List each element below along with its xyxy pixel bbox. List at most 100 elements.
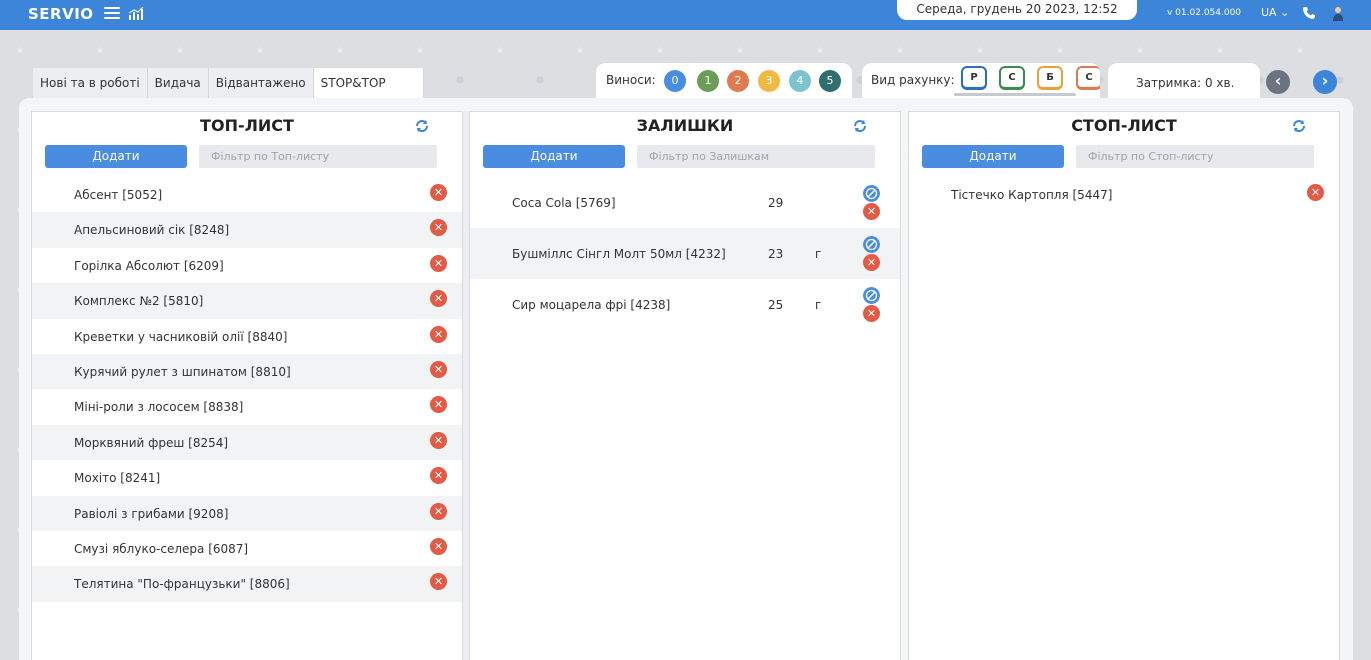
item-name: Смузі яблуко-селера [6087] (74, 541, 249, 556)
stop-list-add-button[interactable]: Додати (922, 145, 1064, 168)
list-item[interactable]: Смузі яблуко-селера [6087] ✕ (32, 531, 462, 566)
list-item[interactable]: Горілка Абсолют [6209] ✕ (32, 248, 462, 283)
top-list-add-button[interactable]: Додати (45, 145, 187, 168)
list-item[interactable]: Абсент [5052] ✕ (32, 177, 462, 212)
top-list-items: Абсент [5052] ✕ Апельсиновий сік [8248] ✕ Го… (32, 177, 462, 602)
item-name: Сир моцарела фрі [4238] (512, 298, 671, 312)
edit-quantity-icon[interactable] (863, 236, 880, 253)
remove-icon[interactable]: ✕ (430, 254, 447, 272)
tab-stop-top[interactable]: STOP&TOP (313, 68, 424, 98)
list-item[interactable]: Курячий рулет з шпинатом [8810] ✕ (32, 353, 462, 390)
refresh-icon[interactable] (414, 118, 430, 134)
remove-icon[interactable]: ✕ (430, 325, 447, 343)
item-name: Абсент [5052] (74, 188, 163, 202)
hamburger-menu-icon[interactable] (104, 7, 120, 21)
item-name: Бушміллс Сінгл Молт 50мл [4232] (512, 247, 726, 261)
top-list-title: ТОП-ЛИСТ (200, 116, 294, 135)
list-item[interactable]: Креветки у часниковій олії [8840] ✕ (32, 319, 462, 354)
remove-icon[interactable]: ✕ (430, 360, 447, 378)
top-bar: SERVIO Середа, грудень 20 2023, 12:52 v … (0, 0, 1371, 30)
account-type-s-button[interactable]: С (999, 66, 1025, 90)
item-name: Телятина "По-французьки" [8806] (74, 577, 290, 592)
item-name: Курячий рулет з шпинатом [8810] (74, 364, 291, 379)
user-icon[interactable] (1332, 6, 1344, 22)
remains-filter-input[interactable] (637, 145, 875, 168)
list-item[interactable]: Мохіто [8241] ✕ (32, 460, 462, 495)
refresh-icon[interactable] (1291, 118, 1307, 134)
top-list-panel: ТОП-ЛИСТ Додати Абсент [5052]✕Апельсинов… (31, 111, 463, 660)
tab-new-in-progress[interactable]: Нові та в роботі (33, 68, 148, 98)
tab-issue[interactable]: Видача (147, 68, 209, 98)
edit-quantity-icon[interactable] (863, 287, 880, 304)
language-selector[interactable]: UA ⌄ (1261, 6, 1289, 19)
item-quantity: 23 (768, 247, 784, 261)
list-item[interactable]: Равіолі з грибами [9208] ✕ (32, 495, 462, 531)
item-quantity: 25 (768, 298, 784, 312)
vynos-4-button[interactable]: 4 (789, 70, 811, 92)
next-page-button[interactable]: › (1313, 70, 1337, 94)
stats-icon[interactable] (128, 7, 144, 21)
account-type-s2-button[interactable]: С (1076, 66, 1100, 90)
list-item[interactable]: Телятина "По-французьки" [8806] ✕ (32, 566, 462, 602)
phone-icon[interactable] (1302, 6, 1316, 20)
remains-items: Coca Cola [5769] 29 ✕ Бушміллс Сінгл Молт 5… (470, 177, 900, 330)
remove-icon[interactable]: ✕ (430, 537, 447, 555)
remove-icon[interactable]: ✕ (430, 184, 447, 201)
vynos-2-button[interactable]: 2 (727, 70, 749, 92)
chevron-down-icon: ⌄ (1280, 6, 1290, 19)
item-name: Комплекс №2 [5810] (74, 294, 204, 309)
remove-icon[interactable]: ✕ (863, 254, 880, 271)
remove-icon[interactable]: ✕ (430, 396, 447, 414)
item-name: Равіолі з грибами [9208] (74, 506, 229, 521)
remove-icon[interactable]: ✕ (430, 502, 447, 520)
vynos-1-button[interactable]: 1 (697, 70, 719, 92)
remove-icon[interactable]: ✕ (863, 203, 880, 220)
top-list-filter-input[interactable] (199, 145, 437, 168)
list-item[interactable]: Бушміллс Сінгл Молт 50мл [4232] 23 г ✕ (470, 228, 900, 279)
app-logo: SERVIO (28, 5, 94, 23)
vynos-5-button[interactable]: 5 (819, 70, 841, 92)
remove-icon[interactable]: ✕ (1307, 184, 1324, 201)
account-type-r-button[interactable]: Р (961, 66, 987, 90)
list-item[interactable]: Тістечко Картопля [5447] ✕ (909, 177, 1339, 212)
item-name: Апельсиновий сік [8248] (74, 223, 230, 238)
list-item[interactable]: Комплекс №2 [5810] ✕ (32, 283, 462, 319)
remove-icon[interactable]: ✕ (430, 219, 447, 237)
account-type-scrollbar[interactable] (954, 93, 1076, 96)
remove-icon[interactable]: ✕ (430, 431, 447, 449)
prev-page-button[interactable]: ‹ (1266, 70, 1290, 94)
vynosy-label: Виноси: (606, 73, 656, 87)
list-item[interactable]: Морквяний фреш [8254] ✕ (32, 424, 462, 461)
item-name: Креветки у часниковій олії [8840] (74, 329, 288, 344)
item-name: Мохіто [8241] (74, 471, 161, 486)
chevron-right-icon: › (1321, 71, 1329, 90)
remains-add-button[interactable]: Додати (483, 145, 625, 168)
delay-group: Затримка: 0 хв. (1108, 63, 1260, 98)
date-display: Середа, грудень 20 2023, 12:52 (897, 0, 1137, 20)
tab-bar: Нові та в роботі Видача Відвантажено STO… (33, 68, 424, 98)
vynos-0-button[interactable]: 0 (664, 70, 686, 92)
refresh-icon[interactable] (852, 118, 868, 134)
stop-list-filter-input[interactable] (1076, 145, 1314, 168)
item-name: Морквяний фреш [8254] (74, 435, 229, 450)
list-item[interactable]: Сир моцарела фрі [4238] 25 г ✕ (470, 279, 900, 330)
remove-icon[interactable]: ✕ (430, 573, 447, 591)
edit-quantity-icon[interactable] (863, 185, 880, 202)
item-name: Горілка Абсолют [6209] (74, 258, 224, 273)
item-name: Coca Cola [5769] (512, 196, 616, 210)
account-type-group: Вид рахунку: Р С Б С (862, 63, 1100, 98)
remove-icon[interactable]: ✕ (430, 290, 447, 308)
tab-shipped[interactable]: Відвантажено (208, 68, 314, 98)
item-unit: г (815, 298, 822, 312)
language-label: UA (1261, 6, 1277, 19)
stop-list-title: СТОП-ЛИСТ (1071, 116, 1177, 135)
remove-icon[interactable]: ✕ (863, 305, 880, 322)
account-type-b-button[interactable]: Б (1037, 66, 1063, 90)
list-item[interactable]: Апельсиновий сік [8248] ✕ (32, 212, 462, 248)
vynos-3-button[interactable]: 3 (758, 70, 780, 92)
remove-icon[interactable]: ✕ (430, 467, 447, 485)
list-item[interactable]: Coca Cola [5769] 29 ✕ (470, 177, 900, 228)
item-unit: г (815, 247, 822, 261)
version-label: v 01.02.054.000 (1167, 8, 1242, 18)
list-item[interactable]: Міні-роли з лососем [8838] ✕ (32, 389, 462, 424)
